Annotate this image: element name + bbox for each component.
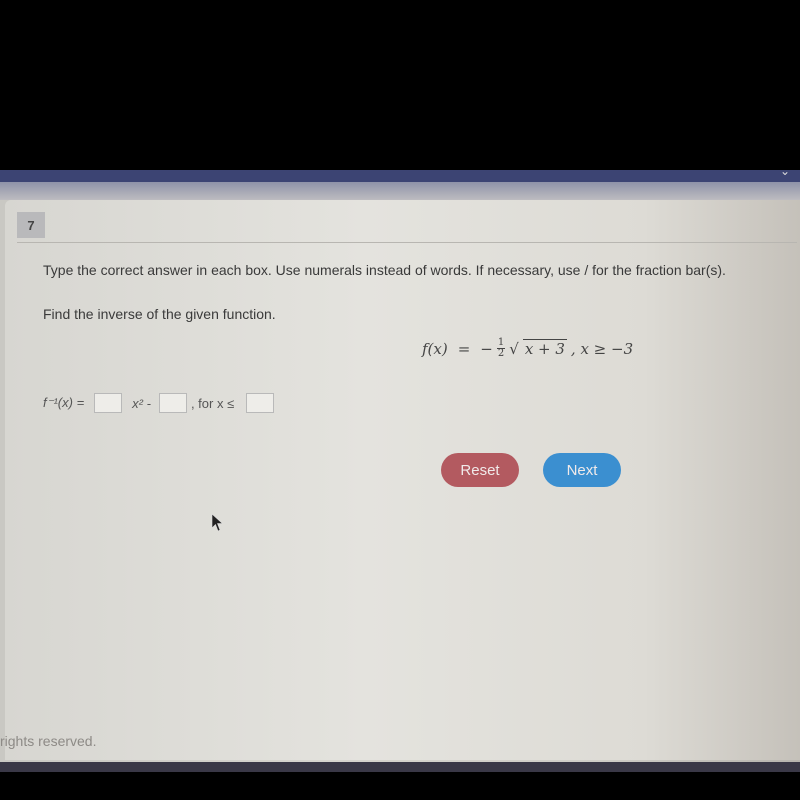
answer-row: f⁻¹(x) = x² - , for x ≤ xyxy=(43,393,280,413)
chevron-down-icon[interactable]: ⌄ xyxy=(780,170,790,178)
action-buttons: Reset Next xyxy=(441,453,621,487)
fraction-denominator: 2 xyxy=(497,348,505,359)
instructions: Type the correct answer in each box. Use… xyxy=(43,262,726,278)
function-formula: f(x) = − 1 2 √ x + 3 , x ≥ −3 xyxy=(422,338,633,359)
reset-button[interactable]: Reset xyxy=(441,453,519,487)
answer-box-2[interactable] xyxy=(158,393,187,413)
divider xyxy=(17,242,797,243)
x-squared-label: x² - xyxy=(132,395,151,411)
question-card: 7 Type the correct answer in each box. U… xyxy=(5,200,800,760)
answer-box-1[interactable] xyxy=(94,393,123,413)
answer-box-3[interactable] xyxy=(246,393,275,413)
copyright-footer: rights reserved. xyxy=(0,733,97,749)
header-shadow xyxy=(0,182,800,200)
mouse-cursor-icon xyxy=(211,513,224,532)
next-button[interactable]: Next xyxy=(543,453,621,487)
bottom-bar xyxy=(0,762,800,772)
fraction: 1 2 xyxy=(496,338,506,359)
question-number: 7 xyxy=(17,212,45,238)
inverse-label: f⁻¹(x) = xyxy=(43,395,85,410)
formula-lhs: f(x) xyxy=(422,339,448,358)
screen: ⌄ 7 Type the correct answer in each box.… xyxy=(0,170,800,770)
domain-label: , for x ≤ xyxy=(190,395,235,411)
top-nav-bar: ⌄ xyxy=(0,170,800,182)
radical-icon: √ xyxy=(509,339,519,358)
question-prompt: Find the inverse of the given function. xyxy=(43,306,276,322)
formula-equals: = xyxy=(457,339,471,358)
radicand: x + 3 xyxy=(522,339,567,358)
formula-condition: , x ≥ −3 xyxy=(570,339,634,358)
formula-sign: − xyxy=(480,339,493,358)
